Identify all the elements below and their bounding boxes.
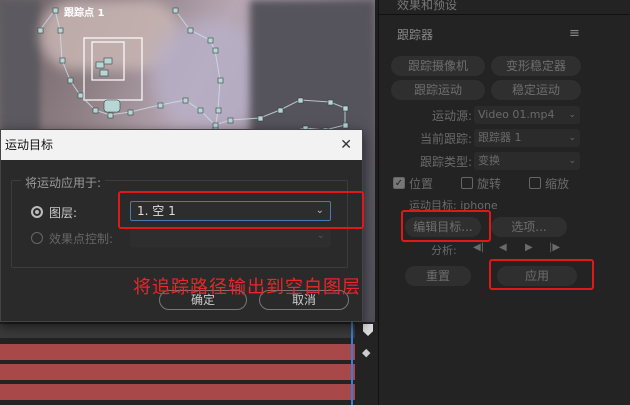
hamburger-icon[interactable]: ≡ [569, 26, 580, 41]
motion-source-label: 运动源: [431, 109, 472, 123]
stabilize-motion-button[interactable]: 稳定运动 [491, 80, 581, 100]
layer-bar[interactable] [0, 364, 355, 380]
warp-stabilizer-button[interactable]: 变形稳定器 [491, 56, 581, 76]
track-camera-button[interactable]: 跟踪摄像机 [391, 56, 485, 76]
chevron-down-icon: ⌄ [568, 133, 576, 143]
chevron-down-icon: ⌄ [568, 110, 576, 120]
layer-bar[interactable] [0, 344, 355, 360]
options-button[interactable]: 选项... [491, 217, 567, 237]
analyze-back-all-icon[interactable]: ◀| [473, 242, 484, 253]
annotation-text: 将追踪路径输出到空白图层 [133, 277, 361, 298]
effect-point-select[interactable]: ⌄ [130, 229, 331, 247]
current-time-indicator[interactable] [351, 322, 353, 405]
track-type-label: 跟踪类型: [419, 155, 472, 169]
chevron-down-icon: ⌄ [316, 230, 325, 241]
track-motion-button[interactable]: 跟踪运动 [391, 80, 485, 100]
position-checkbox[interactable]: ✓ [393, 177, 405, 189]
position-label: 位置 [409, 177, 434, 191]
analyze-forward-all-icon[interactable]: |▶ [549, 242, 560, 253]
current-track-label: 当前跟踪: [419, 132, 472, 146]
tracker-panel: 效果和预设 跟踪器 ≡ 跟踪摄像机 变形稳定器 跟踪运动 稳定运动 运动源: V… [378, 0, 630, 405]
effect-point-radio[interactable] [31, 232, 43, 244]
scale-label: 缩放 [545, 177, 570, 191]
search-region[interactable] [83, 37, 143, 101]
highlight-edit-target [401, 210, 491, 242]
motion-source-select[interactable]: Video 01.mp4 ⌄ [474, 106, 580, 124]
current-track-select[interactable]: 跟踪器 1 ⌄ [474, 129, 580, 147]
highlight-apply [489, 259, 594, 290]
rotation-checkbox[interactable] [461, 177, 473, 189]
layer-bar[interactable] [0, 384, 355, 400]
layer-radio[interactable] [31, 206, 43, 218]
analyze-forward-frame-icon[interactable]: ▶ [525, 242, 533, 253]
effect-point-label: 效果点控制: [49, 232, 114, 246]
dialog-title: 运动目标 [5, 138, 54, 152]
track-type-select[interactable]: 变换 ⌄ [474, 152, 580, 170]
analyze-label: 分析: [431, 244, 457, 257]
timeline-panel[interactable]: ◆ [0, 322, 378, 405]
tracker-title: 跟踪器 [397, 28, 434, 42]
group-title: 将运动应用于: [21, 174, 106, 191]
dialog-titlebar[interactable]: 运动目标 ✕ [1, 130, 362, 160]
track-point-label: 跟踪点 1 [64, 8, 105, 19]
effects-presets-header[interactable]: 效果和预设 [397, 0, 457, 13]
reset-button[interactable]: 重置 [405, 266, 471, 286]
rotation-label: 旋转 [477, 177, 502, 191]
layer-radio-label: 图层: [49, 206, 78, 220]
highlight-layer-select [118, 191, 364, 229]
keyframe-nav-icon[interactable]: ◆ [362, 346, 374, 359]
chevron-down-icon: ⌄ [568, 156, 576, 166]
work-area-end-icon[interactable] [363, 324, 373, 336]
analyze-back-frame-icon[interactable]: ◀ [499, 242, 507, 253]
timeline-ruler [0, 324, 355, 338]
close-icon[interactable]: ✕ [340, 130, 352, 160]
scale-checkbox[interactable] [529, 177, 541, 189]
